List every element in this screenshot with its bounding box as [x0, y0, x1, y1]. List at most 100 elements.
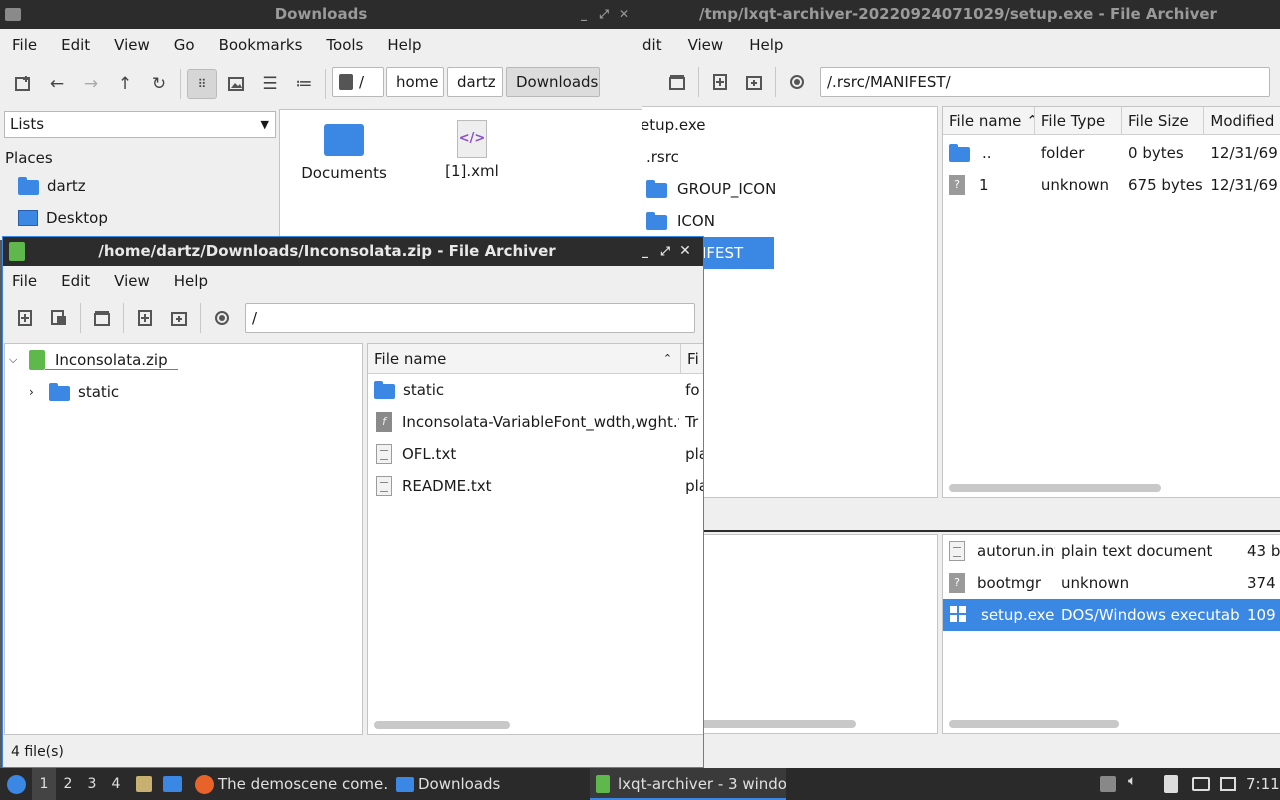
close-icon[interactable]: ✕ — [614, 0, 634, 29]
tree-item-icon[interactable]: ICON — [642, 205, 937, 237]
minimize-icon[interactable]: _ — [574, 0, 594, 29]
new-archive-icon[interactable] — [10, 303, 40, 333]
setup-path-input[interactable]: /.rsrc/MANIFEST/ — [820, 67, 1270, 97]
menu-tools[interactable]: Tools — [314, 36, 375, 54]
network-icon[interactable] — [1220, 777, 1236, 791]
menu-edit[interactable]: Edit — [49, 36, 102, 54]
menu-edit[interactable]: dit — [642, 36, 674, 54]
back-arrow-icon[interactable]: ← — [42, 69, 72, 99]
extract-icon[interactable] — [87, 303, 117, 333]
minimize-icon[interactable]: _ — [635, 237, 655, 266]
stop-icon[interactable] — [207, 303, 237, 333]
horizontal-scrollbar[interactable] — [949, 484, 1161, 492]
place-item-home[interactable]: dartz — [18, 170, 276, 202]
menu-help[interactable]: Help — [375, 36, 433, 54]
table-row[interactable]: README.txt pla — [368, 470, 703, 502]
volume-icon[interactable]: 🔈︎ — [1128, 773, 1144, 789]
task-lxqt-archiver[interactable]: lxqt-archiver - 3 windo… — [590, 768, 786, 800]
menu-help[interactable]: Help — [162, 272, 220, 290]
desktop-2[interactable]: 2 — [56, 768, 80, 800]
breadcrumb-downloads[interactable]: Downloads — [506, 67, 600, 97]
menu-view[interactable]: View — [102, 36, 162, 54]
up-arrow-icon[interactable]: ↑ — [110, 69, 140, 99]
inconsolata-window-titlebar[interactable]: /home/dartz/Downloads/Inconsolata.zip - … — [3, 237, 703, 266]
add-folder-icon[interactable] — [164, 303, 194, 333]
menu-view[interactable]: View — [674, 36, 736, 54]
firefox-icon — [195, 775, 214, 794]
start-menu-button[interactable] — [2, 768, 30, 800]
pane-splitter[interactable] — [642, 530, 1280, 532]
setup-window-titlebar[interactable]: /tmp/lxqt-archiver-20220924071029/setup.… — [642, 0, 1280, 29]
table-row[interactable]: ? 1 unknown 675 bytes 12/31/69 — [943, 169, 1280, 201]
tree-item-rsrc[interactable]: .rsrc — [642, 141, 937, 173]
stop-icon[interactable] — [782, 67, 812, 97]
file-item-documents[interactable]: Documents — [300, 120, 388, 182]
col-modified[interactable]: Modified — [1204, 107, 1280, 134]
downloads-window-title: Downloads — [274, 5, 368, 23]
tree-item-group-icon[interactable]: GROUP_ICON — [642, 173, 937, 205]
menu-file[interactable]: File — [0, 36, 49, 54]
maximize-icon[interactable]: ⤢ — [655, 237, 675, 266]
horizontal-scrollbar[interactable] — [949, 720, 1119, 728]
table-row-selected[interactable]: setup.exe DOS/Windows executable 109 — [943, 599, 1280, 631]
task-downloads[interactable]: Downloads — [392, 768, 588, 800]
table-row[interactable]: autorun.inf plain text document 43 b — [943, 535, 1280, 567]
compact-view-icon[interactable]: ☰ — [255, 69, 285, 99]
desktop-1[interactable]: 1 — [32, 768, 56, 800]
menu-file[interactable]: File — [3, 272, 49, 290]
tree-item-static[interactable]: › static — [5, 376, 362, 408]
breadcrumb-dartz[interactable]: dartz — [447, 67, 503, 97]
desktop-3[interactable]: 3 — [80, 768, 104, 800]
quicklaunch-show-desktop[interactable] — [160, 768, 186, 800]
forward-arrow-icon[interactable]: → — [76, 69, 106, 99]
task-firefox[interactable]: The demoscene come… — [192, 768, 388, 800]
tray-notifications-icon[interactable] — [1100, 776, 1116, 792]
extract-icon[interactable] — [662, 67, 692, 97]
table-row[interactable]: .. folder 0 bytes 12/31/69 — [943, 137, 1280, 169]
breadcrumb-home[interactable]: home — [386, 67, 444, 97]
place-item-desktop[interactable]: Desktop — [18, 202, 276, 234]
add-files-icon[interactable] — [705, 67, 735, 97]
new-tab-icon[interactable] — [8, 69, 38, 99]
maximize-icon[interactable]: ⤢ — [594, 0, 614, 29]
icon-view-icon[interactable]: ⠿ — [187, 69, 217, 99]
desktop-4[interactable]: 4 — [104, 768, 128, 800]
add-files-icon[interactable] — [130, 303, 160, 333]
side-pane-mode-select[interactable]: Lists ▼ — [4, 111, 276, 138]
downloads-file-area: Documents </> [1].xml — [279, 109, 642, 240]
setup-file-list-top: File name ⌃ File Type File Size Modified… — [942, 106, 1280, 498]
breadcrumb-root[interactable]: / — [332, 67, 384, 97]
table-row[interactable]: ? bootmgr unknown 374 — [943, 567, 1280, 599]
quicklaunch-file-manager[interactable] — [134, 768, 154, 800]
thumbnail-view-icon[interactable] — [221, 69, 251, 99]
close-icon[interactable]: ✕ — [675, 237, 695, 266]
table-row[interactable]: static fo — [368, 374, 703, 406]
downloads-window-titlebar[interactable]: Downloads _ ⤢ ✕ — [0, 0, 642, 29]
col-file-name[interactable]: File name ⌃ — [943, 107, 1035, 134]
menu-edit[interactable]: Edit — [49, 272, 102, 290]
clock[interactable]: 7:11 — [1246, 768, 1280, 800]
table-row[interactable]: OFL.txt pla — [368, 438, 703, 470]
menu-view[interactable]: View — [102, 272, 162, 290]
inconsolata-path-input[interactable]: / — [245, 303, 695, 333]
menu-bookmarks[interactable]: Bookmarks — [207, 36, 315, 54]
menu-go[interactable]: Go — [162, 36, 207, 54]
col-file-name[interactable]: File name ⌃ — [368, 344, 682, 373]
open-archive-icon[interactable] — [44, 303, 74, 333]
text-file-icon — [376, 476, 392, 496]
col-file-type[interactable]: Fi — [681, 344, 703, 373]
detailed-view-icon[interactable]: ≔ — [289, 69, 319, 99]
col-file-type[interactable]: File Type — [1035, 107, 1123, 134]
add-folder-icon[interactable] — [739, 67, 769, 97]
horizontal-scrollbar[interactable] — [374, 721, 510, 729]
chevron-down-icon: ▼ — [260, 118, 269, 131]
reload-icon[interactable]: ↻ — [144, 69, 174, 99]
tree-item-inconsolata-zip[interactable]: ⌵ Inconsolata.zip — [5, 344, 362, 376]
clipboard-icon[interactable] — [1164, 775, 1178, 793]
file-item-xml[interactable]: </> [1].xml — [428, 120, 516, 180]
table-row[interactable]: f Inconsolata-VariableFont_wdth,wght.ttf … — [368, 406, 703, 438]
menu-help[interactable]: Help — [735, 36, 795, 54]
col-file-size[interactable]: File Size — [1122, 107, 1205, 134]
display-icon[interactable] — [1192, 777, 1210, 791]
tree-item-setup-exe[interactable]: etup.exe — [642, 109, 937, 141]
